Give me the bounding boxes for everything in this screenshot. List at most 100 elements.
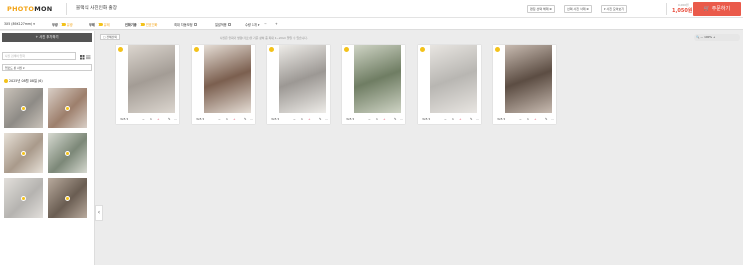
- photo-card[interactable]: 3x5 ▾ − 1 + ✎ ⋯: [192, 45, 255, 124]
- photo-image[interactable]: [204, 45, 251, 113]
- qty-minus-button[interactable]: −: [142, 117, 145, 121]
- top-header: PHOTOMON 블랙식 사진인화 출장 편집 선택 해제 ⊗ 선택 사진 삭제…: [0, 0, 743, 18]
- zoom-level: 100%: [704, 35, 713, 39]
- check-icon: [65, 195, 70, 201]
- check-icon[interactable]: [118, 47, 123, 52]
- sidebar-photo-thumbnail[interactable]: [4, 133, 43, 173]
- photo-image[interactable]: [128, 45, 175, 113]
- photo-card[interactable]: 3x5 ▾ − 1 + ✎ ⋯: [116, 45, 179, 124]
- photo-card[interactable]: 3x5 ▾ − 1 + ✎ ⋯: [342, 45, 405, 124]
- zoom-control[interactable]: 🔍 — 100% +: [694, 34, 740, 41]
- photo-card[interactable]: 3x5 ▾ − 1 + ✎ ⋯: [267, 45, 330, 124]
- border-toggle[interactable]: 무테 유테: [89, 22, 110, 27]
- check-icon: [65, 150, 70, 156]
- check-icon: [21, 105, 26, 111]
- qty-plus-button[interactable]: +: [308, 117, 311, 121]
- more-icon[interactable]: ⋯: [551, 117, 554, 121]
- format-select[interactable]: 3x5 ▾: [120, 117, 128, 121]
- edit-icon[interactable]: ✎: [545, 117, 548, 121]
- format-select[interactable]: 3x5 ▾: [497, 117, 505, 121]
- quantity-select[interactable]: 수량 1개 ▾: [245, 22, 259, 27]
- qty-value: 1: [150, 117, 152, 121]
- finish-toggle[interactable]: 무광 유광: [52, 22, 73, 27]
- qty-value: 1: [301, 117, 303, 121]
- printer-toggle[interactable]: 인화기종 연흐인화: [125, 22, 157, 27]
- photo-image[interactable]: [279, 45, 326, 113]
- more-icon[interactable]: ⋯: [250, 117, 253, 121]
- deselect-edit-button[interactable]: 편집 선택 해제 ⊗: [527, 5, 555, 13]
- edit-icon[interactable]: ✎: [319, 117, 322, 121]
- crop-hint-text: 사진은 인화기 방향(가로)을 기준 상하 중 최대 1~2mm 잘릴 수 있습…: [220, 35, 308, 40]
- format-select[interactable]: 3x5 ▾: [196, 117, 204, 121]
- toggle-switch[interactable]: [137, 22, 145, 27]
- sidebar-photo-thumbnail[interactable]: [48, 133, 87, 173]
- qty-minus-button[interactable]: −: [368, 117, 371, 121]
- qty-minus-button[interactable]: −: [218, 117, 221, 121]
- qty-minus-button[interactable]: −: [264, 22, 267, 26]
- delete-selected-button[interactable]: 선택 사진 삭제 ⊗: [564, 5, 592, 13]
- qty-value: 1: [527, 117, 529, 121]
- photo-image[interactable]: [354, 45, 401, 113]
- auto-correct-option[interactable]: 최대 자동보정: [174, 22, 197, 27]
- more-icon[interactable]: ⋯: [325, 117, 328, 121]
- photo-controls: 3x5 ▾ − 1 + ✎ ⋯: [418, 115, 481, 124]
- qty-value: 1: [226, 117, 228, 121]
- search-input[interactable]: 사진 검색어 입력: [2, 52, 76, 60]
- more-icon[interactable]: ⋯: [400, 117, 403, 121]
- edit-icon[interactable]: ✎: [244, 117, 247, 121]
- qty-plus-button[interactable]: +: [157, 117, 160, 121]
- photo-controls: 3x5 ▾ − 1 + ✎ ⋯: [342, 115, 405, 124]
- view-photos-button[interactable]: ▾ 사진 모아보기: [601, 5, 627, 13]
- page-title: 블랙식 사진인화 출장: [76, 6, 117, 11]
- more-icon[interactable]: ⋯: [476, 117, 479, 121]
- collapse-sidebar-button[interactable]: ‹: [95, 205, 103, 221]
- auto-correct-checkbox[interactable]: [193, 22, 197, 27]
- edit-icon[interactable]: ✎: [168, 117, 171, 121]
- grid-view-icon[interactable]: [80, 55, 85, 60]
- check-icon[interactable]: [344, 47, 349, 52]
- qty-minus-button[interactable]: −: [519, 117, 522, 121]
- toggle-switch[interactable]: [95, 22, 103, 27]
- qty-plus-button[interactable]: +: [233, 117, 236, 121]
- size-select[interactable]: 3X5 (89X127mm) ▾: [4, 22, 35, 26]
- sidebar-photo-thumbnail[interactable]: [48, 178, 87, 218]
- check-icon[interactable]: [269, 47, 274, 52]
- sort-select[interactable]: 업로드 된 사진 ▾: [2, 64, 92, 71]
- photo-image[interactable]: [505, 45, 552, 113]
- qty-plus-button[interactable]: +: [534, 117, 537, 121]
- qty-plus-button[interactable]: +: [275, 22, 278, 26]
- date-group-header[interactable]: 2025년 08월 08일 (6): [4, 78, 43, 83]
- sidebar-photo-thumbnail[interactable]: [4, 88, 43, 128]
- check-icon[interactable]: [194, 47, 199, 52]
- format-select[interactable]: 3x5 ▾: [346, 117, 354, 121]
- check-icon[interactable]: [495, 47, 500, 52]
- photo-card[interactable]: 3x5 ▾ − 1 + ✎ ⋯: [493, 45, 556, 124]
- apply-all-checkbox[interactable]: [227, 22, 232, 27]
- add-photo-button[interactable]: + 사진 추가하기: [2, 33, 92, 42]
- format-select[interactable]: 3x5 ▾: [422, 117, 430, 121]
- qty-plus-button[interactable]: +: [383, 117, 386, 121]
- photo-image[interactable]: [430, 45, 477, 113]
- sidebar-photo-thumbnail[interactable]: [4, 178, 43, 218]
- edit-icon[interactable]: ✎: [470, 117, 473, 121]
- sidebar-photo-thumbnail[interactable]: [48, 88, 87, 128]
- check-icon[interactable]: [420, 47, 425, 52]
- format-select[interactable]: 3x5 ▾: [271, 117, 279, 121]
- app-logo[interactable]: PHOTOMON: [7, 5, 53, 13]
- toggle-switch[interactable]: [58, 22, 66, 27]
- select-all-button[interactable]: ▢ 전체선택: [100, 34, 120, 40]
- list-view-icon[interactable]: [86, 55, 91, 60]
- photo-controls: 3x5 ▾ − 1 + ✎ ⋯: [192, 115, 255, 124]
- check-icon: [65, 105, 70, 111]
- photo-controls: 3x5 ▾ − 1 + ✎ ⋯: [116, 115, 179, 124]
- qty-minus-button[interactable]: −: [293, 117, 296, 121]
- more-icon[interactable]: ⋯: [174, 117, 177, 121]
- apply-all-option[interactable]: 일괄적용: [215, 22, 232, 27]
- order-button[interactable]: 🛒 주문하기: [693, 2, 741, 16]
- photo-controls: 3x5 ▾ − 1 + ✎ ⋯: [493, 115, 556, 124]
- qty-plus-button[interactable]: +: [459, 117, 462, 121]
- cart-icon: 🛒: [703, 6, 711, 12]
- qty-minus-button[interactable]: −: [444, 117, 447, 121]
- photo-card[interactable]: 3x5 ▾ − 1 + ✎ ⋯: [418, 45, 481, 124]
- edit-icon[interactable]: ✎: [394, 117, 397, 121]
